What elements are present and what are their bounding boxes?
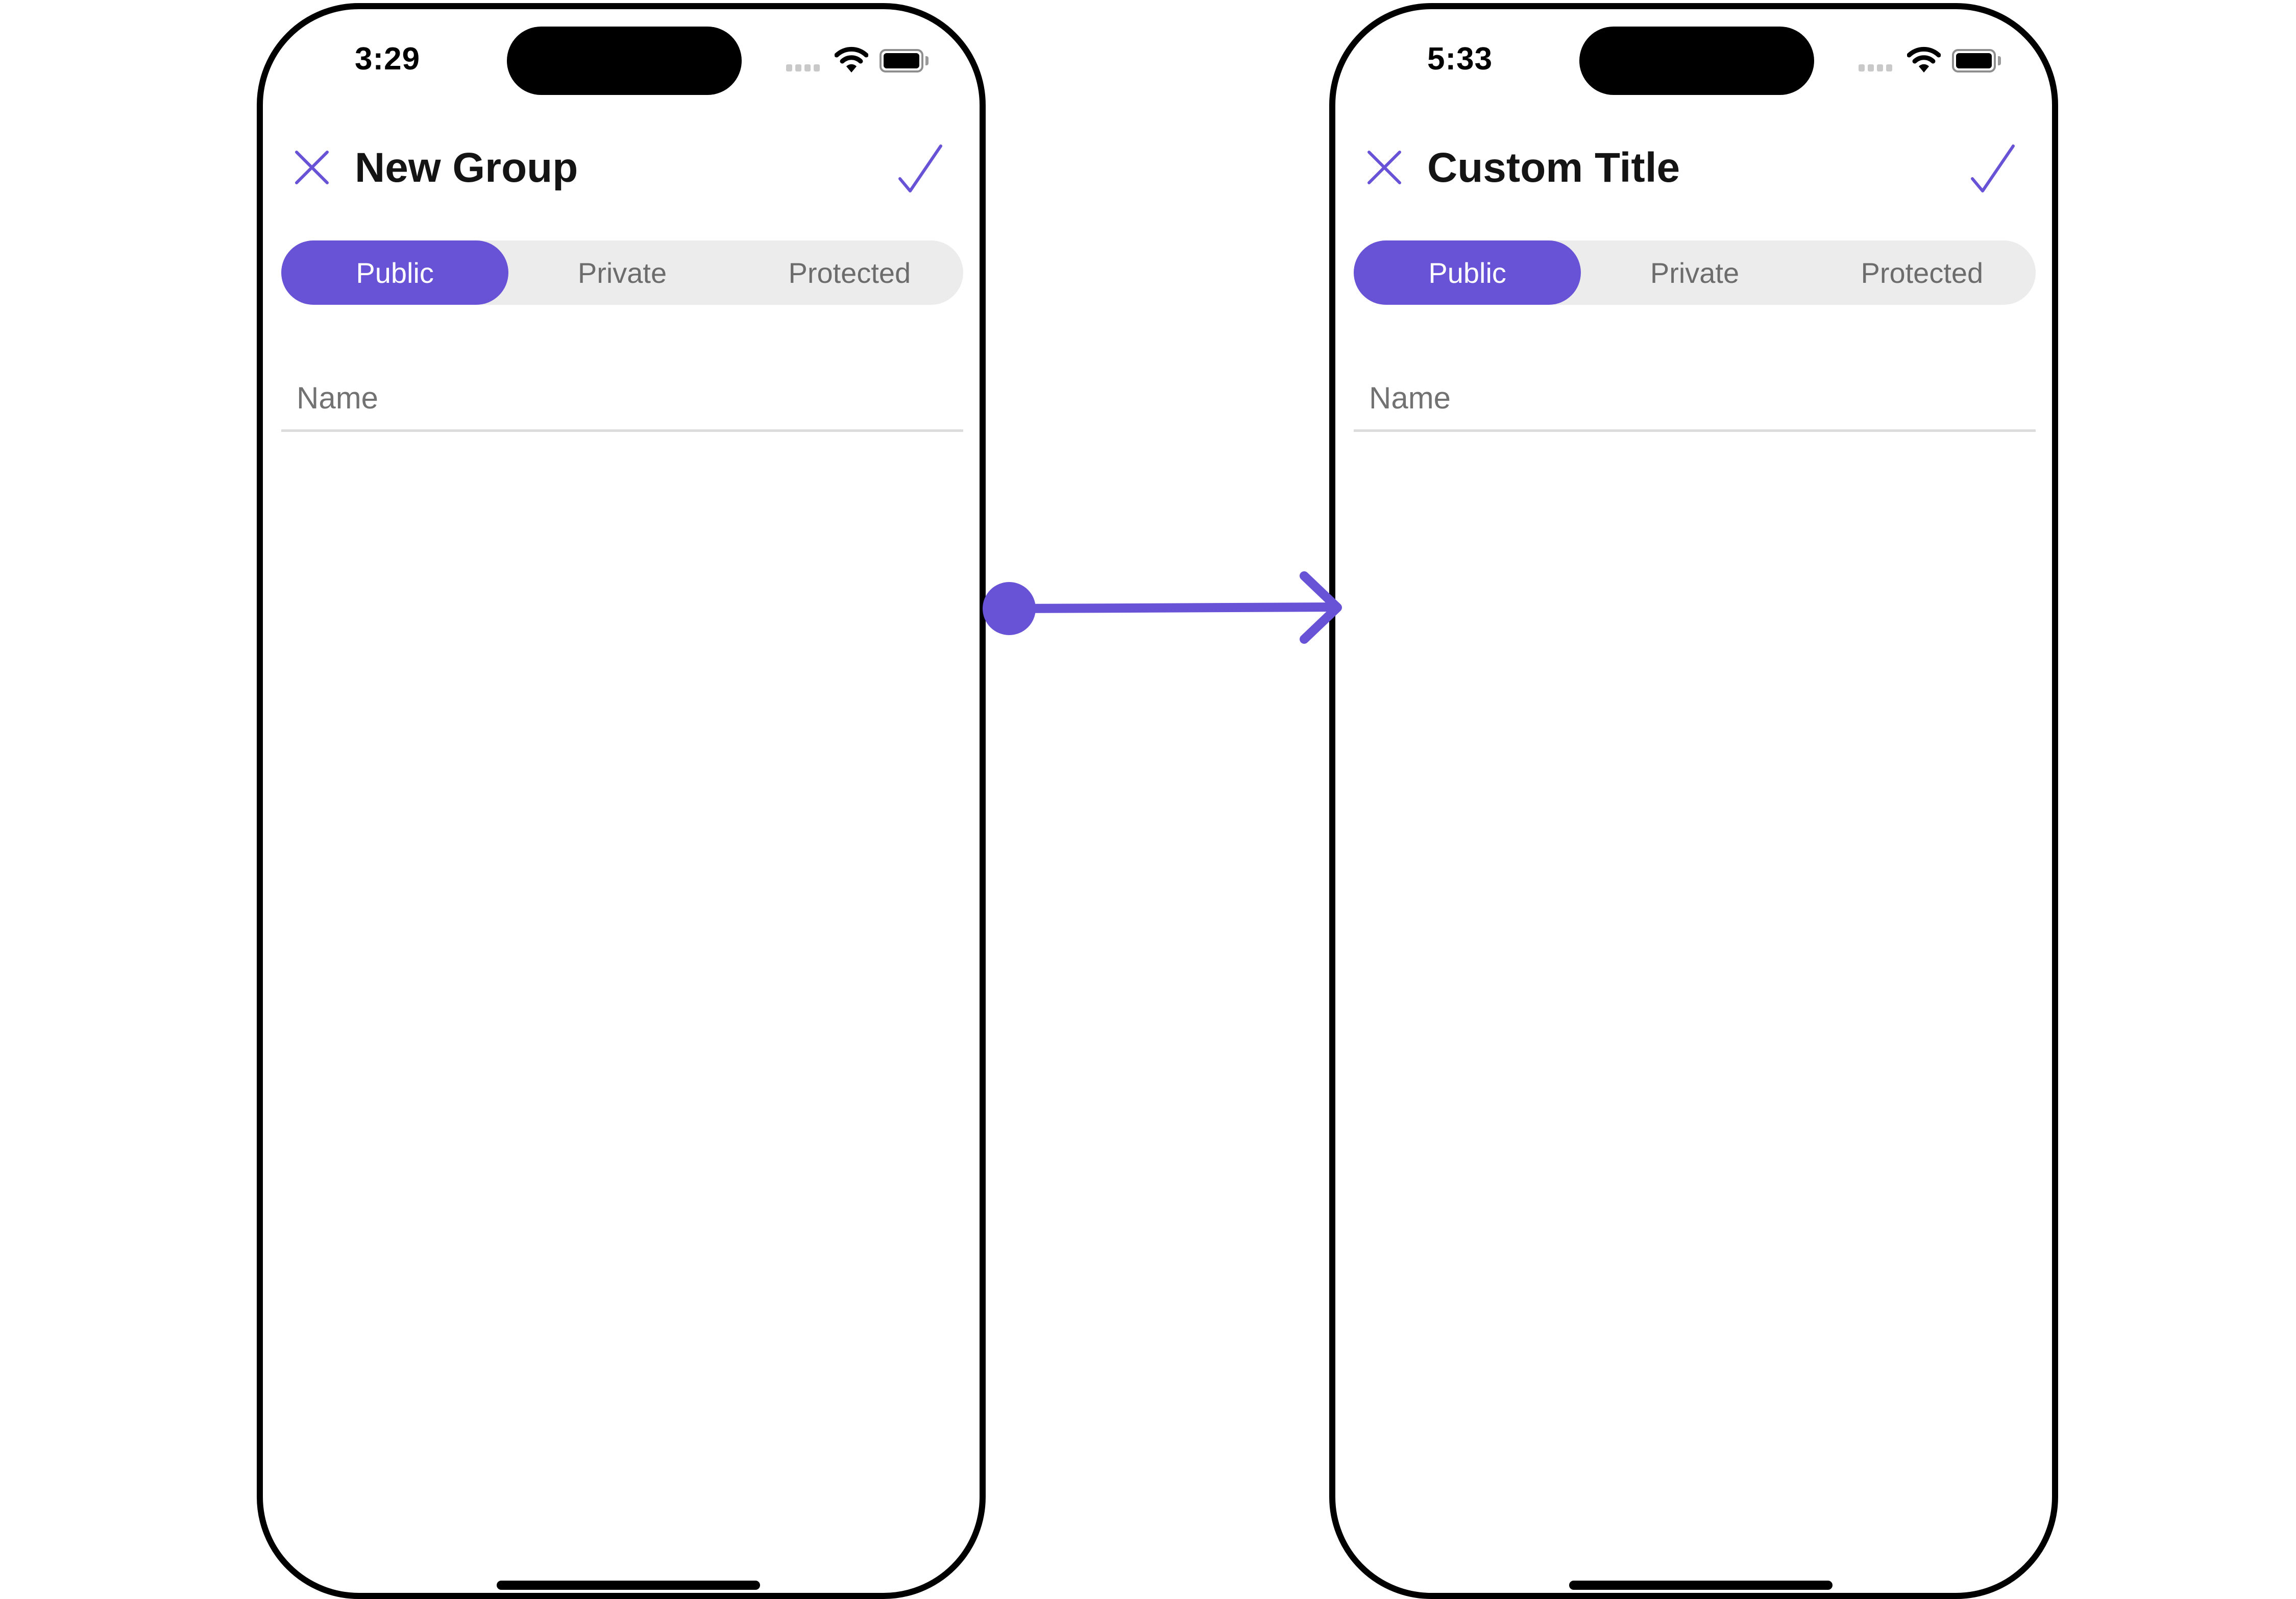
arrow-start-dot	[983, 582, 1036, 635]
name-input[interactable]	[1369, 375, 2022, 421]
checkmark-icon[interactable]	[1967, 143, 2018, 194]
group-type-segmented-control: Public Private Protected	[281, 240, 963, 305]
dynamic-island	[507, 27, 742, 95]
wifi-icon	[1907, 46, 1941, 72]
phone-frame-after: 5:33 Custom Title Public Private Protect…	[1329, 3, 2058, 1599]
segment-protected[interactable]: Protected	[736, 240, 963, 305]
segment-protected[interactable]: Protected	[1809, 240, 2036, 305]
cellular-signal-icon	[1859, 64, 1892, 71]
arrow-line	[1015, 602, 1337, 613]
status-time: 5:33	[1427, 41, 1493, 77]
phone-frame-before: 3:29 New Group Public Private Protected	[257, 3, 986, 1599]
close-icon[interactable]	[1365, 148, 1404, 187]
segment-private[interactable]: Private	[508, 240, 736, 305]
home-indicator[interactable]	[1569, 1581, 1833, 1590]
checkmark-icon[interactable]	[895, 143, 946, 194]
name-field	[281, 361, 963, 432]
battery-icon	[880, 49, 923, 72]
segment-public[interactable]: Public	[1354, 240, 1581, 305]
battery-tip	[1998, 56, 2001, 65]
status-time: 3:29	[355, 41, 421, 77]
battery-tip	[925, 56, 929, 65]
segment-public[interactable]: Public	[281, 240, 509, 305]
group-type-segmented-control: Public Private Protected	[1354, 240, 2036, 305]
page-title: Custom Title	[1427, 144, 1680, 191]
segment-private[interactable]: Private	[1581, 240, 1808, 305]
name-field	[1354, 361, 2036, 432]
wifi-icon	[835, 46, 868, 72]
close-icon[interactable]	[292, 148, 331, 187]
home-indicator[interactable]	[497, 1581, 760, 1590]
dynamic-island	[1579, 27, 1814, 95]
battery-icon	[1952, 49, 1996, 72]
name-input[interactable]	[297, 375, 950, 421]
page-title: New Group	[355, 144, 578, 191]
cellular-signal-icon	[786, 64, 820, 71]
